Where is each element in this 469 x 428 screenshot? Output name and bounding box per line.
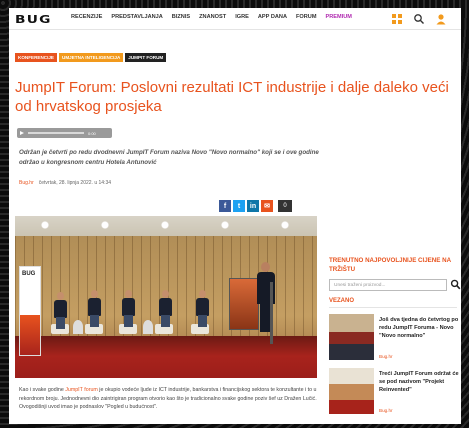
- panelist: [121, 290, 137, 328]
- nav-item-premium[interactable]: PREMIUM: [326, 14, 352, 20]
- facebook-icon[interactable]: f: [219, 200, 231, 212]
- jumpit-forum-link[interactable]: JumpIT forum: [65, 387, 98, 393]
- nav-item-znanost[interactable]: ZNANOST: [199, 14, 226, 20]
- audio-player[interactable]: 0:00: [17, 128, 112, 138]
- linkedin-icon[interactable]: in: [247, 200, 259, 212]
- price-widget-heading: TRENUTNO NAJPOVOLJNIJE CIJENE NA TRŽIŠTU: [329, 257, 451, 273]
- related-title[interactable]: Treći JumpIT Forum održat će se pod nazi…: [379, 370, 459, 394]
- audio-progress-track[interactable]: [28, 132, 84, 134]
- tag-konferencije[interactable]: KONFERENCIJE: [15, 53, 57, 62]
- tag-umjetna-inteligencija[interactable]: UMJETNA INTELIGENCIJA: [59, 53, 124, 62]
- side-table: [143, 320, 153, 334]
- panelist: [158, 290, 174, 328]
- nav-item-forum[interactable]: FORUM: [296, 14, 317, 20]
- nav-item-igre[interactable]: IGRE: [235, 14, 249, 20]
- article-body-text: Kao i svake godine: [19, 387, 66, 393]
- article-meta: Bug.hr četvrtak, 28. lipnja 2022. u 14:3…: [19, 180, 111, 186]
- related-thumbnail[interactable]: [329, 314, 374, 360]
- related-meta: Bug.hr: [379, 354, 393, 359]
- related-heading: VEZANO: [329, 298, 355, 304]
- related-meta: Bug.hr: [379, 408, 393, 413]
- share-count: 0: [278, 200, 292, 212]
- related-item[interactable]: Još dva tjedna do četvrtog po redu JumpI…: [329, 314, 459, 364]
- article-title: JumpIT Forum: Poslovni rezultati ICT ind…: [15, 79, 449, 115]
- nav-item-app-dana[interactable]: APP DANA: [258, 14, 287, 20]
- tag-jumpit-forum[interactable]: JUMPIT FORUM: [125, 53, 167, 62]
- banner-logo: BUG: [22, 271, 36, 277]
- nav-item-recenzije[interactable]: RECENZIJE: [71, 14, 102, 20]
- article-lead: Održan je četvrti po redu dvodnevni Jump…: [19, 149, 319, 166]
- grid-icon[interactable]: [391, 13, 403, 25]
- search-icon[interactable]: [450, 278, 461, 291]
- search-icon[interactable]: [413, 13, 425, 25]
- article-body: Kao i svake godine JumpIT forum je okupi…: [19, 386, 319, 412]
- related-item[interactable]: Treći JumpIT Forum održat će se pod nazi…: [329, 368, 459, 418]
- article-tags: KONFERENCIJE UMJETNA INTELIGENCIJA JUMPI…: [15, 53, 167, 62]
- share-bar: f t in ✉ 0: [219, 200, 292, 212]
- article-author[interactable]: Bug.hr: [19, 180, 34, 186]
- play-icon[interactable]: [20, 131, 24, 135]
- banner-graphic: [20, 315, 40, 355]
- panelist: [87, 290, 103, 328]
- stage-banner: BUG: [19, 266, 41, 356]
- nav-menu: RECENZIJE PREDSTAVLJANJA BIZNIS ZNANOST …: [71, 14, 352, 20]
- article-date: četvrtak, 28. lipnja 2022. u 14:34: [38, 180, 112, 186]
- audio-time: 0:00: [88, 130, 96, 136]
- site-logo[interactable]: BUG: [15, 13, 52, 26]
- top-nav: BUG RECENZIJE PREDSTAVLJANJA BIZNIS ZNAN…: [9, 8, 461, 30]
- related-thumbnail[interactable]: [329, 368, 374, 414]
- side-table: [73, 320, 83, 334]
- panelist: [53, 292, 69, 330]
- ceiling-lights: [15, 220, 317, 230]
- panelist: [195, 290, 211, 328]
- email-icon[interactable]: ✉: [261, 200, 273, 212]
- nav-item-biznis[interactable]: BIZNIS: [172, 14, 190, 20]
- related-title[interactable]: Još dva tjedna do četvrtog po redu JumpI…: [379, 316, 459, 340]
- twitter-icon[interactable]: t: [233, 200, 245, 212]
- product-search-placeholder: Unesi traženi proizvod...: [334, 283, 386, 288]
- nav-item-predstavljanja[interactable]: PREDSTAVLJANJA: [111, 14, 162, 20]
- speaker: [255, 262, 277, 332]
- user-icon[interactable]: [435, 13, 447, 25]
- article-photo: BUG: [15, 216, 317, 378]
- page: BUG RECENZIJE PREDSTAVLJANJA BIZNIS ZNAN…: [9, 8, 461, 424]
- divider: [329, 307, 457, 308]
- product-search-input[interactable]: Unesi traženi proizvod...: [329, 279, 447, 291]
- microphone-stand: [270, 282, 273, 344]
